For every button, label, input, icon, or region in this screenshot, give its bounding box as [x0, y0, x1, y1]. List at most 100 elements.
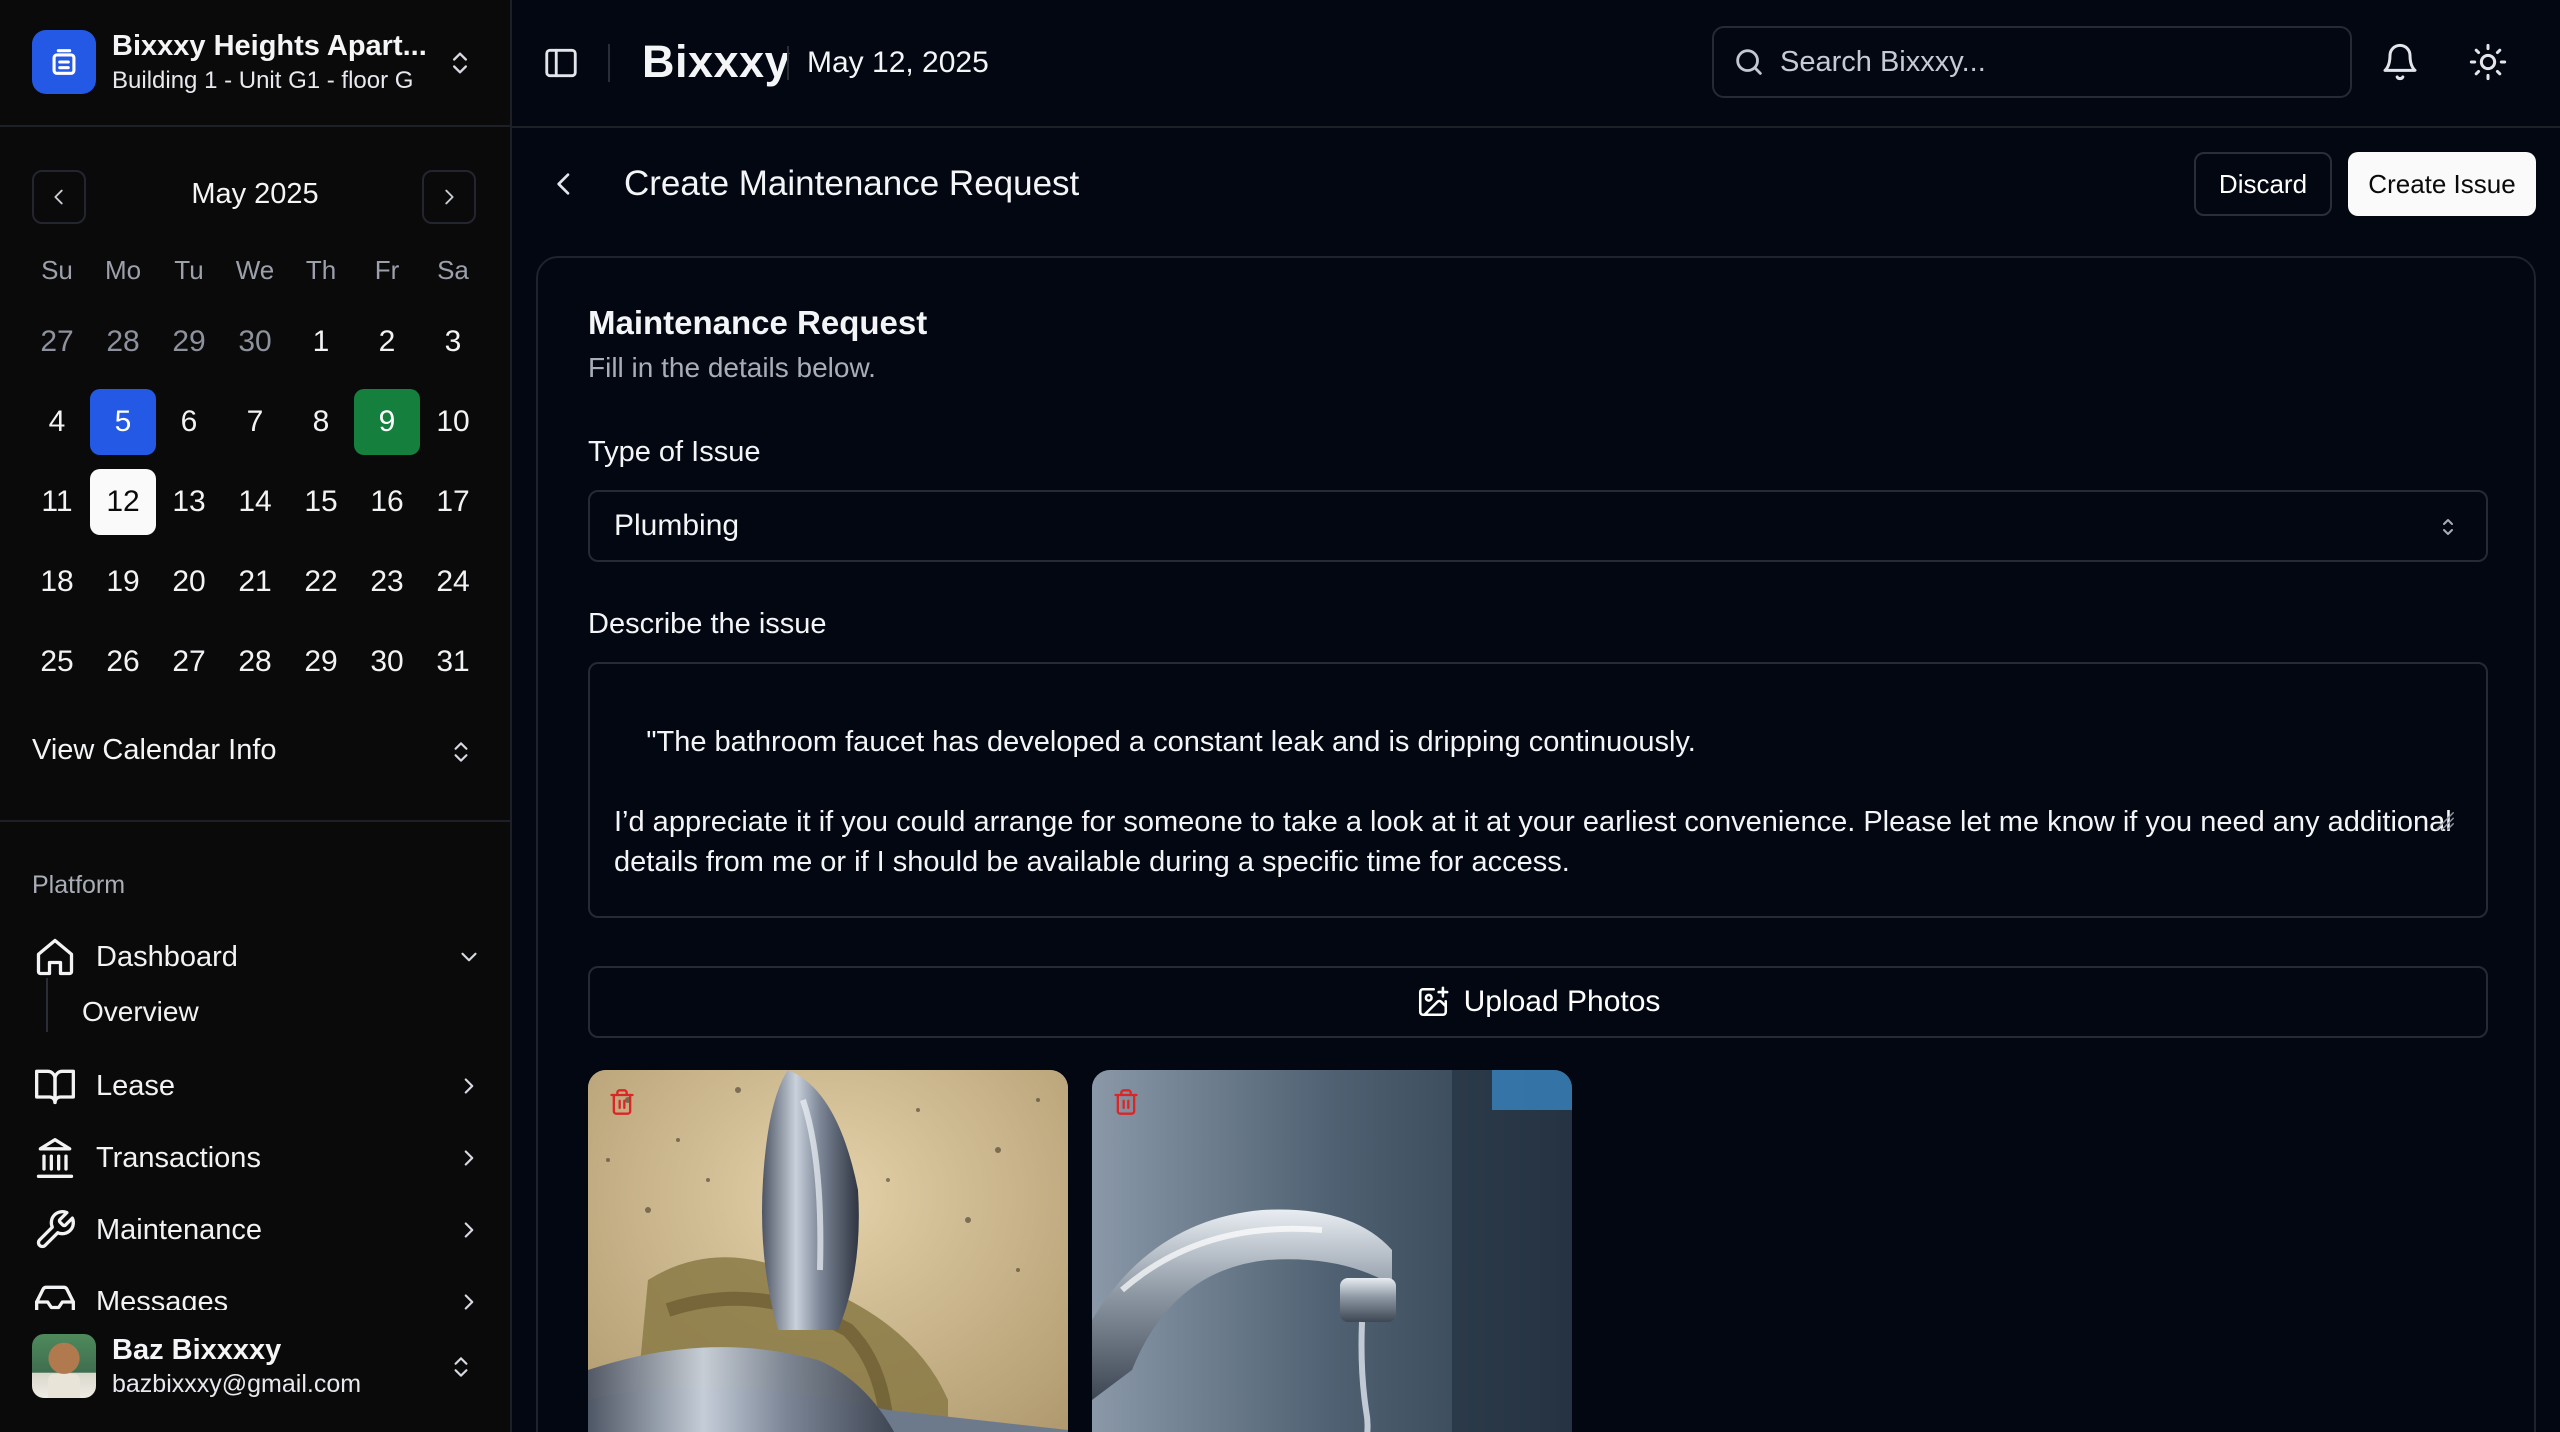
weekday-label: Su	[41, 254, 73, 285]
search-icon	[1732, 45, 1766, 79]
calendar-day[interactable]: 9	[354, 389, 420, 455]
chevron-right-icon	[456, 1217, 482, 1243]
calendar-day[interactable]: 24	[420, 549, 486, 615]
calendar-day[interactable]: 16	[354, 469, 420, 535]
calendar-day[interactable]: 18	[24, 549, 90, 615]
sidebar-item-lease[interactable]: Lease	[32, 1058, 482, 1114]
calendar-day[interactable]: 13	[156, 469, 222, 535]
calendar-day[interactable]: 10	[420, 389, 486, 455]
faucet-photo-image	[588, 1070, 1068, 1432]
chevron-right-icon	[456, 1073, 482, 1099]
calendar-day[interactable]: 27	[156, 629, 222, 695]
calendar-day[interactable]: 6	[156, 389, 222, 455]
issue-type-select[interactable]: Plumbing	[588, 490, 2488, 562]
weekday-label: Th	[305, 254, 337, 285]
weekday-label: Tu	[174, 254, 204, 285]
calendar-day[interactable]: 23	[354, 549, 420, 615]
chevron-down-icon	[456, 944, 482, 970]
calendar-day[interactable]: 22	[288, 549, 354, 615]
chevrons-up-down-icon[interactable]	[448, 1352, 474, 1382]
calendar-day[interactable]: 25	[24, 629, 90, 695]
top-bar: Bixxxy May 12, 2025	[512, 0, 2560, 128]
calendar-day[interactable]: 2	[354, 309, 420, 375]
chevrons-up-down-icon[interactable]	[448, 736, 474, 768]
sidebar-item-transactions[interactable]: Transactions	[32, 1130, 482, 1186]
user-email: bazbixxxy@gmail.com	[112, 1370, 362, 1398]
upload-photos-button[interactable]: Upload Photos	[588, 966, 2488, 1038]
card-title: Maintenance Request	[588, 304, 928, 341]
calendar-day[interactable]: 31	[420, 629, 486, 695]
calendar-day[interactable]: 20	[156, 549, 222, 615]
calendar-day[interactable]: 28	[90, 309, 156, 375]
issue-type-value: Plumbing	[614, 509, 740, 542]
search-box[interactable]	[1712, 26, 2352, 98]
calendar-day[interactable]: 8	[288, 389, 354, 455]
resize-handle-icon[interactable]	[2434, 730, 2482, 912]
calendar-day[interactable]: 19	[90, 549, 156, 615]
describe-issue-label: Describe the issue	[588, 608, 827, 640]
calendar-day[interactable]: 3	[420, 309, 486, 375]
calendar-day[interactable]: 28	[222, 629, 288, 695]
bell-icon[interactable]	[2380, 42, 2420, 82]
calendar-day[interactable]: 26	[90, 629, 156, 695]
calendar-day[interactable]: 21	[222, 549, 288, 615]
sidebar-toggle-icon[interactable]	[542, 44, 580, 82]
divider	[787, 46, 789, 80]
dripping-faucet-photo-image	[1092, 1070, 1572, 1432]
user-name: Baz Bixxxxy	[112, 1334, 282, 1366]
issue-description-text: "The bathroom faucet has developed a con…	[614, 726, 2452, 878]
divider	[608, 44, 610, 82]
calendar-day[interactable]: 29	[288, 629, 354, 695]
chevrons-up-down-icon	[2436, 514, 2460, 540]
sidebar: Bixxxy Heights Apart... Building 1 - Uni…	[0, 0, 512, 1432]
back-button[interactable]	[548, 168, 580, 200]
calendar-next-button[interactable]	[422, 170, 476, 224]
home-icon	[32, 934, 78, 980]
sidebar-item-maintenance[interactable]: Maintenance	[32, 1202, 482, 1258]
sidebar-item-label: Maintenance	[96, 1213, 263, 1246]
calendar-day[interactable]: 30	[222, 309, 288, 375]
org-name: Bixxxy Heights Apart...	[112, 30, 427, 62]
search-input[interactable]	[1780, 45, 2320, 79]
trash-icon[interactable]	[608, 1088, 636, 1116]
calendar-day[interactable]: 30	[354, 629, 420, 695]
calendar-grid: Su Mo Tu We Th Fr Sa 27 28 29 30 1 2 3 4 5 6 7 8 9 10 11 12 13 1…	[24, 245, 488, 695]
calendar-day[interactable]: 7	[222, 389, 288, 455]
sidebar-item-label: Dashboard	[96, 940, 238, 973]
page-title: Create Maintenance Request	[624, 164, 1080, 203]
weekday-label: Mo	[104, 254, 142, 285]
weekday-label: We	[235, 254, 275, 285]
calendar-day[interactable]: 27	[24, 309, 90, 375]
calendar-day[interactable]: 1	[288, 309, 354, 375]
discard-button[interactable]: Discard	[2194, 152, 2332, 216]
submenu-line	[46, 978, 48, 1032]
calendar-day[interactable]: 15	[288, 469, 354, 535]
calendar-day[interactable]: 11	[24, 469, 90, 535]
org-unit: Building 1 - Unit G1 - floor G	[112, 67, 414, 94]
calendar-day[interactable]: 5	[90, 389, 156, 455]
user-menu[interactable]: Baz Bixxxxy bazbixxxy@gmail.com	[0, 1310, 510, 1432]
chevron-right-icon	[456, 1145, 482, 1171]
sidebar-item-dashboard[interactable]: Dashboard	[32, 929, 482, 985]
uploaded-photo	[588, 1070, 1068, 1432]
create-issue-button[interactable]: Create Issue	[2348, 152, 2536, 216]
calendar-day[interactable]: 14	[222, 469, 288, 535]
calendar-day[interactable]: 17	[420, 469, 486, 535]
calendar-day[interactable]: 4	[24, 389, 90, 455]
issue-description-textarea[interactable]: "The bathroom faucet has developed a con…	[588, 662, 2488, 918]
landmark-icon	[32, 1135, 78, 1181]
calendar-day[interactable]: 29	[156, 309, 222, 375]
chevrons-up-down-icon[interactable]	[446, 46, 474, 80]
calendar-prev-button[interactable]	[32, 170, 86, 224]
sun-icon[interactable]	[2468, 42, 2508, 82]
sidebar-item-label: Transactions	[96, 1141, 261, 1174]
sidebar-item-overview[interactable]: Overview	[82, 996, 199, 1028]
calendar-day[interactable]: 12	[90, 469, 156, 535]
org-switcher[interactable]: Bixxxy Heights Apart... Building 1 - Uni…	[0, 0, 510, 127]
divider	[0, 820, 510, 822]
building-icon	[32, 30, 96, 94]
maintenance-request-card: Maintenance Request Fill in the details …	[536, 256, 2536, 1432]
view-calendar-info[interactable]: View Calendar Info	[32, 734, 277, 767]
weekday-label: Sa	[437, 254, 469, 285]
trash-icon[interactable]	[1112, 1088, 1140, 1116]
